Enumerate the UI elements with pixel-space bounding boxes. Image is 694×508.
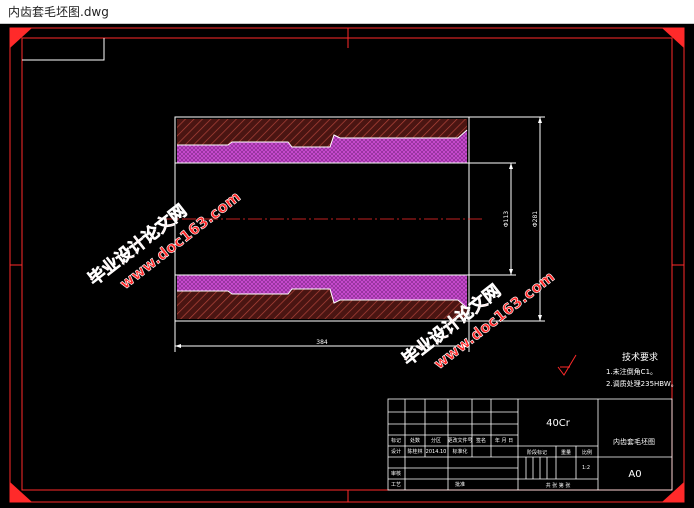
tech-req-heading: 技术要求 [622, 351, 658, 363]
row-design-name: 陈桂林 [407, 448, 422, 455]
code-box [22, 38, 105, 61]
header-label-mark: 标记 [391, 437, 401, 444]
header-label-sign: 签名 [476, 437, 486, 444]
title-scale: 1:2 [582, 465, 590, 471]
row-approve-label: 批准 [455, 481, 465, 488]
roughness-symbol-icon [557, 354, 577, 376]
title-part-name: 内齿套毛坯图 [613, 437, 655, 446]
stage-label: 阶段标记 [527, 449, 547, 456]
technical-requirements: 技术要求 1.未注倒角C1。 2.调质处理235HBW。 [606, 351, 678, 388]
window-title: 内齿套毛坯图.dwg [8, 5, 109, 19]
header-label-change: 更改文件号 [447, 437, 472, 444]
upper-wall-section [177, 119, 468, 163]
weight-label: 重量 [561, 449, 571, 456]
header-label-zone: 分区 [431, 437, 441, 444]
row-design-label: 设计 [391, 448, 401, 455]
tech-req-item-1: 1.未注倒角C1。 [606, 367, 657, 376]
row-design-standard: 标准化 [452, 448, 467, 455]
dimension-inner-diameter-text: Φ113 [503, 211, 510, 227]
title-block-text: 40Cr 内齿套毛坯图 A0 1:2 标记 处数 分区 更改文件号 签名 年 月… [391, 418, 655, 489]
title-material: 40Cr [546, 418, 571, 429]
corner-mark-br [662, 482, 684, 502]
title-drawing-code: A0 [628, 469, 641, 480]
ratio-label: 比例 [582, 449, 592, 456]
row-review-label: 审核 [391, 470, 401, 477]
window-title-bar: 内齿套毛坯图.dwg [0, 0, 694, 24]
lower-wall-section [177, 275, 468, 319]
drawing-svg[interactable]: 384 Φ113 Φ281 技术要求 1.未注倒角C1。 2.调质处理235HB… [0, 24, 694, 508]
sheet-label: 共 张 第 张 [546, 482, 571, 489]
tech-req-item-2: 2.调质处理235HBW。 [606, 379, 678, 388]
dimension-outer-diameter-text: Φ281 [532, 211, 539, 227]
dimension-length-text: 384 [316, 339, 328, 346]
row-design-date: 2014.10 [426, 449, 447, 455]
header-label-count: 处数 [410, 437, 420, 444]
row-process-label: 工艺 [391, 482, 401, 488]
corner-mark-bl [10, 482, 32, 502]
header-label-date: 年 月 日 [495, 437, 513, 444]
cad-canvas[interactable]: 384 Φ113 Φ281 技术要求 1.未注倒角C1。 2.调质处理235HB… [0, 24, 694, 508]
